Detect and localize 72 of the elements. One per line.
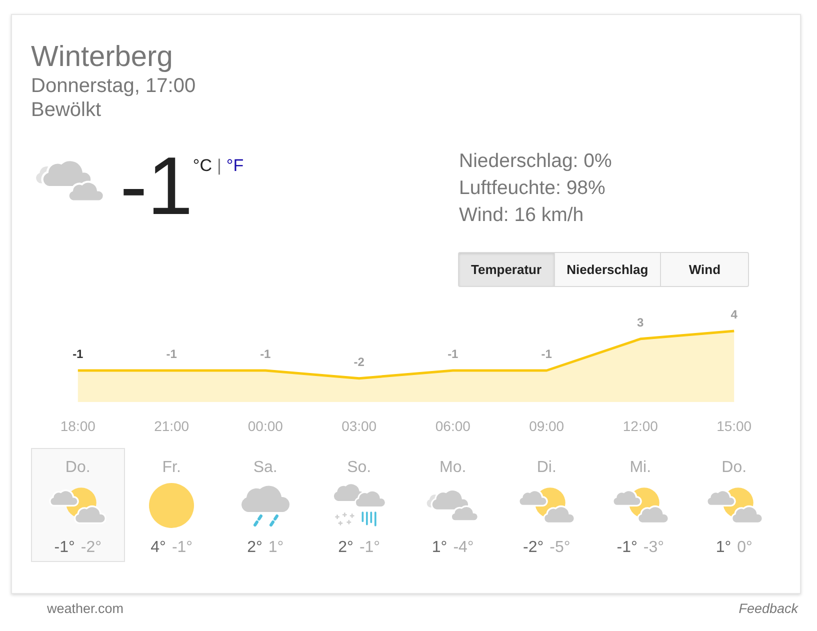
- day-name: Di.: [536, 459, 556, 476]
- high-temperature: -2°: [523, 539, 544, 556]
- day-forecast[interactable]: Fr. 4° -1°: [124, 448, 218, 562]
- day-forecast[interactable]: Sa. 2° 1°: [218, 448, 312, 562]
- chart-tab[interactable]: Wind: [660, 252, 750, 287]
- rain-cloud-icon: [240, 484, 290, 526]
- day-forecast[interactable]: Do. 1° 0°: [687, 448, 781, 562]
- feedback-link[interactable]: Feedback: [738, 600, 798, 618]
- day-name: Mi.: [630, 459, 652, 476]
- day-forecast[interactable]: Do. -1° -2°: [31, 448, 125, 562]
- time-label: 09:00: [529, 418, 564, 434]
- time-label: 06:00: [435, 418, 470, 434]
- day-name: Fr.: [162, 459, 181, 476]
- weather-condition: Bewölkt: [31, 98, 102, 122]
- detail-text: Luftfeuchte: 98%: [459, 176, 606, 201]
- cloud-icon: [426, 489, 480, 522]
- high-temperature: -1°: [54, 539, 75, 556]
- low-temperature: -1°: [359, 539, 380, 556]
- day-name: Do.: [65, 459, 90, 476]
- time-label: 18:00: [60, 418, 96, 434]
- day-forecast[interactable]: Mo. 1° -4°: [406, 448, 500, 562]
- value-label: -1: [541, 347, 552, 361]
- location-title: Winterberg: [31, 40, 173, 74]
- cloud-icon: [35, 159, 105, 202]
- day-name: Sa.: [253, 459, 278, 476]
- high-temperature: -1°: [616, 539, 638, 556]
- value-label: -1: [166, 347, 177, 361]
- current-temperature: -1: [120, 146, 193, 228]
- value-label: -1: [72, 347, 84, 361]
- value-label: 4: [730, 308, 738, 322]
- day-forecast[interactable]: So. 2° -1°: [312, 448, 406, 562]
- time-label: 21:00: [154, 418, 190, 434]
- day-name: Mo.: [440, 459, 466, 476]
- partly-cloudy-icon: [706, 486, 763, 524]
- high-temperature: 4°: [150, 539, 166, 556]
- time-label: 00:00: [248, 418, 283, 434]
- day-name: So.: [347, 459, 372, 476]
- chart-tab[interactable]: Temperatur: [458, 252, 555, 287]
- value-label: -1: [260, 347, 271, 361]
- detail-text: Niederschlag: 0%: [459, 149, 612, 174]
- detail-text: Wind: 16 km/h: [459, 203, 584, 228]
- partly-cloudy-icon: [49, 486, 106, 524]
- sun-icon: [149, 483, 194, 528]
- day-forecast[interactable]: Di. -2° -5°: [500, 448, 594, 562]
- high-temperature: 1°: [716, 539, 732, 556]
- time-label: 12:00: [622, 418, 658, 434]
- value-label: -1: [448, 347, 458, 361]
- sleet-cloud-icon: [332, 484, 386, 527]
- low-temperature: -2°: [80, 539, 102, 556]
- time-label: 03:00: [342, 418, 377, 434]
- low-temperature: -1°: [172, 539, 193, 556]
- unit-separator: |: [217, 156, 222, 175]
- high-temperature: 2°: [338, 539, 354, 556]
- low-temperature: -5°: [550, 539, 570, 556]
- partly-cloudy-icon: [612, 486, 669, 524]
- unit-option[interactable]: °C: [192, 156, 212, 175]
- date-time: Donnerstag, 17:00: [31, 74, 196, 98]
- high-temperature: 1°: [432, 539, 448, 556]
- high-temperature: 2°: [247, 539, 262, 556]
- source-link[interactable]: weather.com: [47, 600, 124, 618]
- chart-tab[interactable]: Niederschlag: [554, 252, 662, 287]
- value-label: 3: [637, 315, 644, 330]
- low-temperature: 0°: [737, 539, 752, 556]
- time-label: 15:00: [716, 418, 752, 434]
- unit-option[interactable]: °F: [226, 156, 244, 175]
- low-temperature: -4°: [453, 539, 474, 556]
- value-label: -2: [354, 354, 364, 369]
- low-temperature: 1°: [268, 539, 284, 556]
- low-temperature: -3°: [643, 539, 664, 556]
- day-name: Do.: [722, 459, 747, 476]
- day-forecast[interactable]: Mi. -1° -3°: [594, 448, 688, 562]
- partly-cloudy-icon: [518, 486, 576, 524]
